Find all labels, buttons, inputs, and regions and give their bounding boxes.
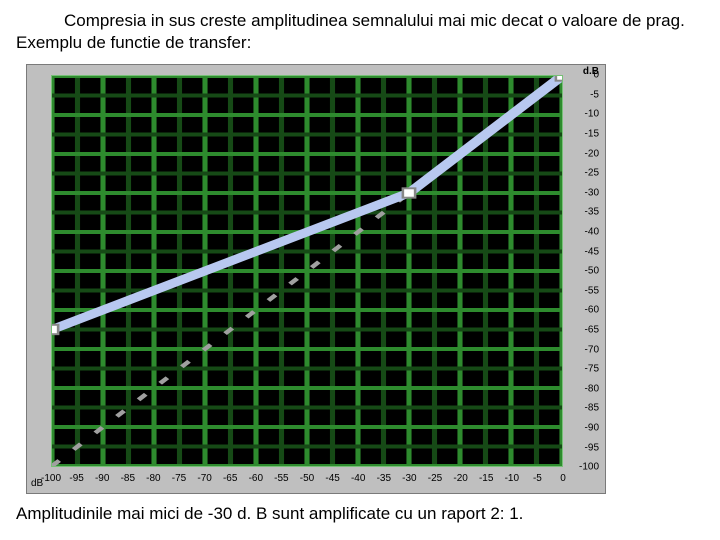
- y-tick-label: -100: [579, 462, 599, 473]
- y-tick-label: -55: [585, 285, 599, 296]
- x-tick-label: -25: [428, 473, 442, 484]
- y-tick-label: -80: [585, 383, 599, 394]
- x-tick-label: -30: [402, 473, 416, 484]
- y-tick-label: -10: [585, 109, 599, 120]
- y-tick-label: -30: [585, 187, 599, 198]
- x-tick-label: -65: [223, 473, 237, 484]
- x-tick-label: -70: [197, 473, 211, 484]
- x-tick-label: -50: [300, 473, 314, 484]
- y-tick-label: -85: [585, 403, 599, 414]
- intro-paragraph: Compresia in sus creste amplitudinea sem…: [16, 10, 704, 54]
- y-axis-unit-label: d.B: [583, 66, 599, 77]
- x-tick-label: 0: [560, 473, 566, 484]
- x-tick-label: -85: [121, 473, 135, 484]
- x-tick-label: -10: [505, 473, 519, 484]
- y-tick-label: -70: [585, 344, 599, 355]
- plot-area: [51, 75, 563, 467]
- y-tick-label: -40: [585, 226, 599, 237]
- y-tick-label: -60: [585, 305, 599, 316]
- x-tick-label: -60: [249, 473, 263, 484]
- x-axis-unit-label: dB: [31, 478, 43, 489]
- transfer-function-chart: 0-5-10-15-20-25-30-35-40-45-50-55-60-65-…: [26, 64, 606, 494]
- x-axis-ticks: -10 0 -95 -90 -85 -80 -75 -70 -65 -60 -55 -50 -45 -40…: [51, 471, 563, 489]
- document-page: Compresia in sus creste amplitudinea sem…: [0, 0, 720, 534]
- x-tick-label: -15: [479, 473, 493, 484]
- plot-svg: [52, 76, 562, 466]
- x-tick-label: -55: [274, 473, 288, 484]
- x-tick-label: -100: [41, 473, 61, 484]
- y-tick-label: -90: [585, 422, 599, 433]
- y-tick-label: -20: [585, 148, 599, 159]
- intro-text: Compresia in sus creste amplitudinea sem…: [16, 11, 685, 52]
- x-tick-label: -5: [533, 473, 542, 484]
- y-tick-label: -50: [585, 266, 599, 277]
- y-tick-label: -45: [585, 246, 599, 257]
- y-tick-label: -15: [585, 128, 599, 139]
- y-tick-label: -5: [590, 89, 599, 100]
- x-tick-label: -95: [69, 473, 83, 484]
- x-tick-label: -75: [172, 473, 186, 484]
- caption-text: Amplitudinile mai mici de -30 d. B sunt …: [16, 504, 704, 524]
- x-tick-label: -20: [453, 473, 467, 484]
- x-tick-label: -40: [351, 473, 365, 484]
- y-tick-label: -95: [585, 442, 599, 453]
- x-tick-label: -45: [325, 473, 339, 484]
- y-tick-label: -75: [585, 364, 599, 375]
- y-tick-label: -65: [585, 324, 599, 335]
- y-tick-label: -25: [585, 168, 599, 179]
- x-tick-label: -35: [377, 473, 391, 484]
- y-tick-label: -35: [585, 207, 599, 218]
- y-axis-ticks: 0-5-10-15-20-25-30-35-40-45-50-55-60-65-…: [567, 75, 601, 467]
- x-tick-label: -80: [146, 473, 160, 484]
- x-tick-label: -90: [95, 473, 109, 484]
